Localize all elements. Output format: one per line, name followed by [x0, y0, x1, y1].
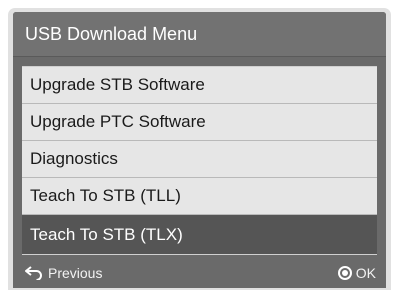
menu-item-diagnostics[interactable]: Diagnostics — [22, 141, 377, 178]
ok-button-icon — [337, 266, 352, 280]
dialog-footer: Previous OK — [13, 260, 386, 288]
menu-item-upgrade-ptc-software[interactable]: Upgrade PTC Software — [22, 104, 377, 141]
ok-button[interactable]: OK — [337, 265, 376, 281]
menu-item-upgrade-stb-software[interactable]: Upgrade STB Software — [22, 67, 377, 104]
menu-item-teach-to-stb-tlx[interactable]: Teach To STB (TLX) — [22, 215, 377, 254]
dialog-title: USB Download Menu — [13, 12, 386, 57]
ok-label: OK — [355, 265, 376, 281]
return-arrow-icon — [25, 266, 42, 280]
menu-list: Upgrade STB Software Upgrade PTC Softwar… — [22, 66, 377, 255]
menu-item-teach-to-stb-tll[interactable]: Teach To STB (TLL) — [22, 178, 377, 215]
previous-label: Previous — [48, 265, 103, 281]
usb-download-dialog: USB Download Menu Upgrade STB Software U… — [13, 12, 386, 288]
previous-button[interactable]: Previous — [25, 265, 102, 281]
